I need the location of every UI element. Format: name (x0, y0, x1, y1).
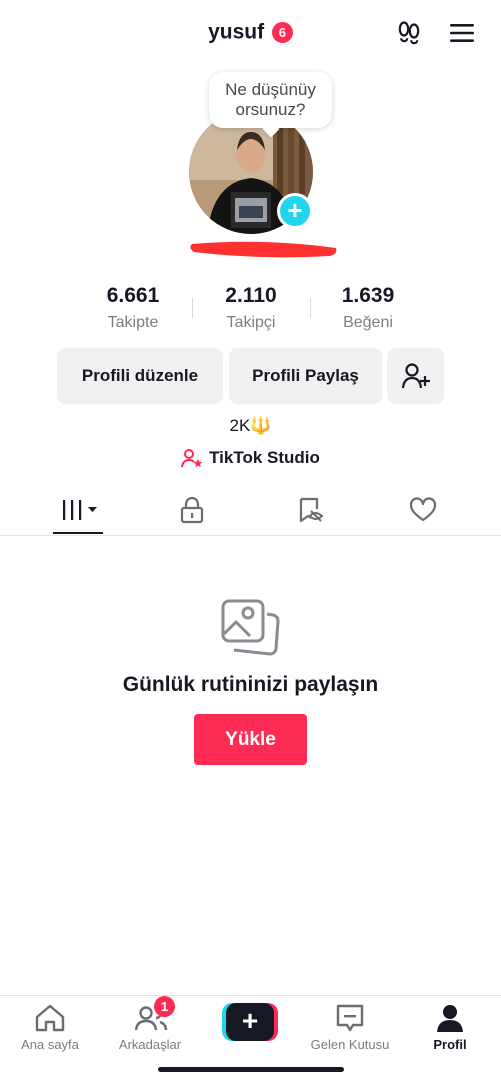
plus-icon[interactable]: + (277, 193, 313, 229)
person-star-icon (181, 449, 203, 468)
hamburger-menu-icon[interactable] (444, 15, 480, 51)
nav-profile[interactable]: Profil (400, 1003, 500, 1052)
create-plus-icon: + (226, 1003, 274, 1041)
nav-friends-label: Arkadaşlar (118, 1037, 182, 1052)
tab-videos[interactable] (53, 494, 103, 526)
heart-icon (409, 497, 437, 522)
tiktok-studio-link[interactable]: TikTok Studio (0, 448, 501, 468)
stat-label: Beğeni (343, 314, 393, 331)
add-user-icon (401, 363, 430, 389)
stat-label: Takipte (107, 314, 159, 331)
nav-inbox[interactable]: Gelen Kutusu (300, 1003, 400, 1052)
lock-icon (180, 496, 204, 524)
home-indicator (158, 1067, 344, 1072)
profile-icon (437, 1005, 463, 1032)
nav-profile-label: Profil (433, 1037, 467, 1052)
stat-likes[interactable]: 1.639 Beğeni (317, 284, 419, 332)
bookmark-eye-icon (299, 497, 324, 523)
stat-label: Takipçi (226, 314, 276, 331)
studio-label: TikTok Studio (209, 448, 320, 467)
tab-liked[interactable] (398, 494, 448, 526)
nav-home-label: Ana sayfa (21, 1037, 79, 1052)
photos-icon (220, 598, 280, 661)
stat-value: 1.639 (341, 284, 395, 307)
grid-icon (63, 500, 97, 520)
stat-value: 2.110 (225, 284, 277, 307)
edit-profile-button[interactable]: Profili düzenle (57, 348, 223, 404)
nav-friends[interactable]: 1 Arkadaşlar (100, 996, 200, 1052)
redacted-display-name (190, 241, 337, 258)
friends-badge: 1 (154, 996, 175, 1017)
inbox-icon (336, 1004, 364, 1032)
add-friend-button[interactable] (387, 348, 444, 404)
home-icon (35, 1004, 65, 1032)
nav-home[interactable]: Ana sayfa (0, 1003, 100, 1052)
bottom-nav-divider (0, 995, 501, 996)
active-tab-indicator (53, 532, 103, 534)
username[interactable]: yusuf (208, 20, 264, 43)
stat-value: 6.661 (106, 284, 160, 307)
stat-followers[interactable]: 2.110 Takipçi (200, 284, 302, 332)
upload-button[interactable]: Yükle (194, 714, 307, 765)
profile-bio: 2K🔱 (229, 416, 272, 435)
tab-private[interactable] (167, 494, 217, 526)
notification-badge: 6 (271, 21, 293, 43)
thought-bubble[interactable]: Ne düşünüy orsunuz? (209, 72, 332, 128)
stat-divider (192, 298, 193, 318)
nav-inbox-label: Gelen Kutusu (310, 1037, 390, 1052)
create-button[interactable]: + (222, 1003, 278, 1041)
stat-following[interactable]: 6.661 Takipte (82, 284, 184, 332)
empty-state-title: Günlük rutininizi paylaşın (122, 673, 379, 696)
tabs-divider (0, 535, 501, 536)
tab-favorites[interactable] (285, 494, 335, 526)
stat-divider (310, 298, 311, 318)
footprints-icon[interactable] (391, 15, 427, 51)
share-profile-button[interactable]: Profili Paylaş (229, 348, 382, 404)
